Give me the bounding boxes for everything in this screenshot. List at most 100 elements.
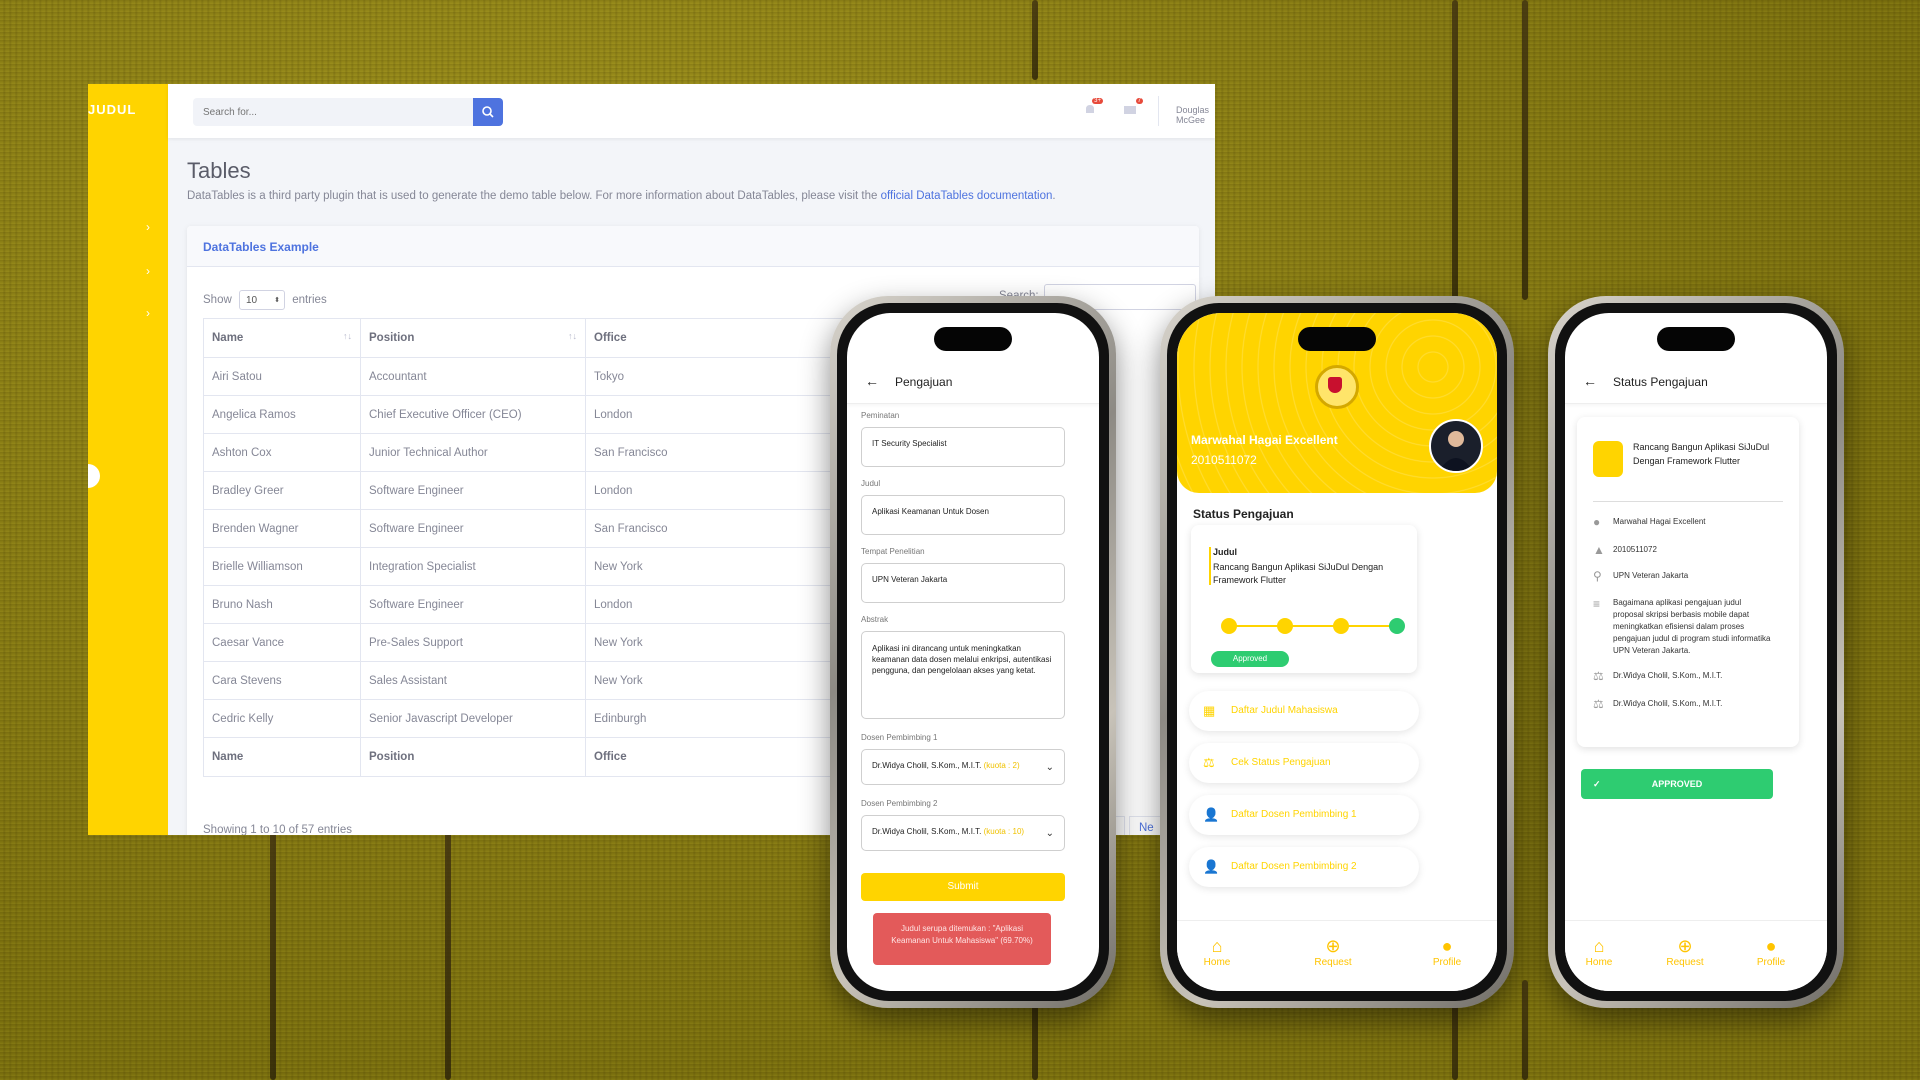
user-check-icon: 👤 [1203,807,1220,822]
scale-icon: ⚖ [1593,669,1604,683]
detail-dosen2-row: ⚖ Dr.Widya Cholil, S.Kom., M.I.T. [1593,697,1722,711]
location-pin-icon: ⚲ [1593,569,1602,583]
detail-dosen2: Dr.Widya Cholil, S.Kom., M.I.T. [1613,699,1723,709]
dosen1-value: Dr.Widya Cholil, S.Kom., M.I.T. [872,761,982,770]
detail-place: UPN Veteran Jakarta [1613,571,1689,581]
dosen1-dropdown[interactable]: Dr.Widya Cholil, S.Kom., M.I.T. (kuota :… [861,749,1065,785]
nav-profile[interactable]: ● Profile [1417,935,1477,968]
menu-cek-status[interactable]: ⚖ Cek Status Pengajuan [1189,743,1419,783]
messages-badge: 7 [1135,98,1143,104]
page-description-end: . [1052,190,1056,202]
dynamic-island [1657,327,1735,351]
column-header-name[interactable]: Name ↑↓ [203,318,361,358]
menu-dosen-pembimbing-2[interactable]: 👤 Daftar Dosen Pembimbing 2 [1189,847,1419,887]
detail-dosen1: Dr.Widya Cholil, S.Kom., M.I.T. [1613,671,1723,681]
chevron-down-icon: ⌄ [1045,762,1054,773]
search-icon [482,106,494,118]
tempat-penelitian-field[interactable]: UPN Veteran Jakarta [861,563,1065,603]
cell-position: Software Engineer [360,509,586,548]
detail-judul: Rancang Bangun Aplikasi SiJuDul Dengan F… [1633,442,1770,466]
plus-circle-icon: ⊕ [1325,936,1341,956]
sidebar-chevron-icon[interactable]: › [146,220,150,234]
scale-icon: ⚖ [1203,755,1215,770]
check-icon: ✓ [1593,779,1601,789]
chevron-down-icon: ⌄ [1045,828,1054,839]
nav-profile[interactable]: ● Profile [1741,935,1801,968]
next-page-button[interactable]: Ne [1129,816,1164,835]
entries-select[interactable]: 10 ⬍ [238,290,285,310]
sidebar-chevron-icon[interactable]: › [146,306,150,320]
field-track [445,830,451,1080]
select-arrows-icon: ⬍ [274,297,280,304]
home-icon: ⌂ [1593,936,1605,956]
judul-accent-bar [1209,547,1211,585]
status-section-title: Status Pengajuan [1193,507,1294,521]
search-input[interactable] [193,98,493,126]
menu-label: Cek Status Pengajuan [1231,757,1331,768]
search-button[interactable] [473,98,503,126]
column-header-position[interactable]: Position ↑↓ [360,318,586,358]
detail-name: Marwahal Hagai Excellent [1613,517,1706,527]
menu-dosen-pembimbing-1[interactable]: 👤 Daftar Dosen Pembimbing 1 [1189,795,1419,835]
show-label: Show [203,294,232,307]
dosen1-label: Dosen Pembimbing 1 [861,733,938,742]
judul-field[interactable]: Aplikasi Keamanan Untuk Dosen [861,495,1065,535]
menu-lines-icon: ≡ [1593,597,1601,611]
university-emblem-icon [1315,365,1359,409]
cell-position: Chief Executive Officer (CEO) [360,395,586,434]
nav-request[interactable]: ⊕ Request [1303,935,1363,968]
nav-label: Home [1585,957,1613,968]
menu-label: Daftar Dosen Pembimbing 2 [1231,861,1357,872]
cell-position: Senior Javascript Developer [360,699,586,738]
nav-home[interactable]: ⌂ Home [1569,935,1629,968]
footer-header-position: Position [360,737,586,777]
sidebar-chevron-icon[interactable]: › [146,264,150,278]
card-title: DataTables Example [203,240,319,254]
progress-line [1229,625,1395,627]
detail-nim: 2010511072 [1613,545,1657,555]
submit-button[interactable]: Submit [861,873,1065,901]
nav-request[interactable]: ⊕ Request [1655,935,1715,968]
nav-label: Request [1666,957,1704,968]
detail-divider [1593,501,1783,502]
status-screen: ← Status Pengajuan Rancang Bangun Aplika… [1565,313,1827,991]
approved-status-button[interactable]: ✓ APPROVED [1581,769,1773,799]
menu-daftar-judul[interactable]: ▦ Daftar Judul Mahasiswa [1189,691,1419,731]
plus-circle-icon: ⊕ [1677,936,1693,956]
judul-value: Rancang Bangun Aplikasi SiJuDul Dengan F… [1213,562,1384,585]
menu-label: Daftar Dosen Pembimbing 1 [1231,809,1357,820]
detail-nim-row: ▲ 2010511072 [1593,543,1657,557]
student-avatar[interactable] [1429,419,1483,473]
peminatan-value: IT Security Specialist [872,439,947,448]
nav-home[interactable]: ⌂ Home [1187,935,1247,968]
screen-title: Status Pengajuan [1613,375,1708,389]
judul-label: Judul [861,479,881,488]
messages-envelope-icon[interactable]: 7 [1123,98,1143,115]
sidebar-toggle-button[interactable] [88,464,100,488]
alerts-bell-icon[interactable]: 3+ [1083,98,1103,115]
document-icon [1593,441,1623,477]
status-card[interactable]: Judul Rancang Bangun Aplikasi SiJuDul De… [1191,525,1417,673]
peminatan-field[interactable]: IT Security Specialist [861,427,1065,467]
progress-step [1221,618,1237,634]
person-icon: ● [1593,515,1601,529]
pengajuan-screen: ← Pengajuan Peminatan IT Security Specia… [847,313,1099,991]
person-icon: ● [1441,936,1453,956]
screen-title: Pengajuan [895,375,953,389]
entries-length-control: Show 10 ⬍ entries [203,290,327,310]
back-arrow-icon[interactable]: ← [865,373,879,389]
nav-label: Profile [1432,957,1462,968]
dosen2-value: Dr.Widya Cholil, S.Kom., M.I.T. [872,827,982,836]
status-badge: Approved [1211,651,1289,667]
detail-dosen1-row: ⚖ Dr.Widya Cholil, S.Kom., M.I.T. [1593,669,1722,683]
dynamic-island [1298,327,1376,351]
phone-pengajuan: ← Pengajuan Peminatan IT Security Specia… [830,296,1116,1008]
abstrak-textarea[interactable]: Aplikasi ini dirancang untuk meningkatka… [861,631,1065,719]
column-header-label: Name [212,332,244,344]
datatables-docs-link[interactable]: official DataTables documentation [881,190,1053,202]
user-name[interactable]: Douglas McGee [1176,105,1215,125]
cell-position: Pre-Sales Support [360,623,586,662]
dosen2-dropdown[interactable]: Dr.Widya Cholil, S.Kom., M.I.T. (kuota :… [861,815,1065,851]
back-arrow-icon[interactable]: ← [1583,373,1597,389]
sidebar-brand[interactable]: JUDUL [88,102,136,117]
